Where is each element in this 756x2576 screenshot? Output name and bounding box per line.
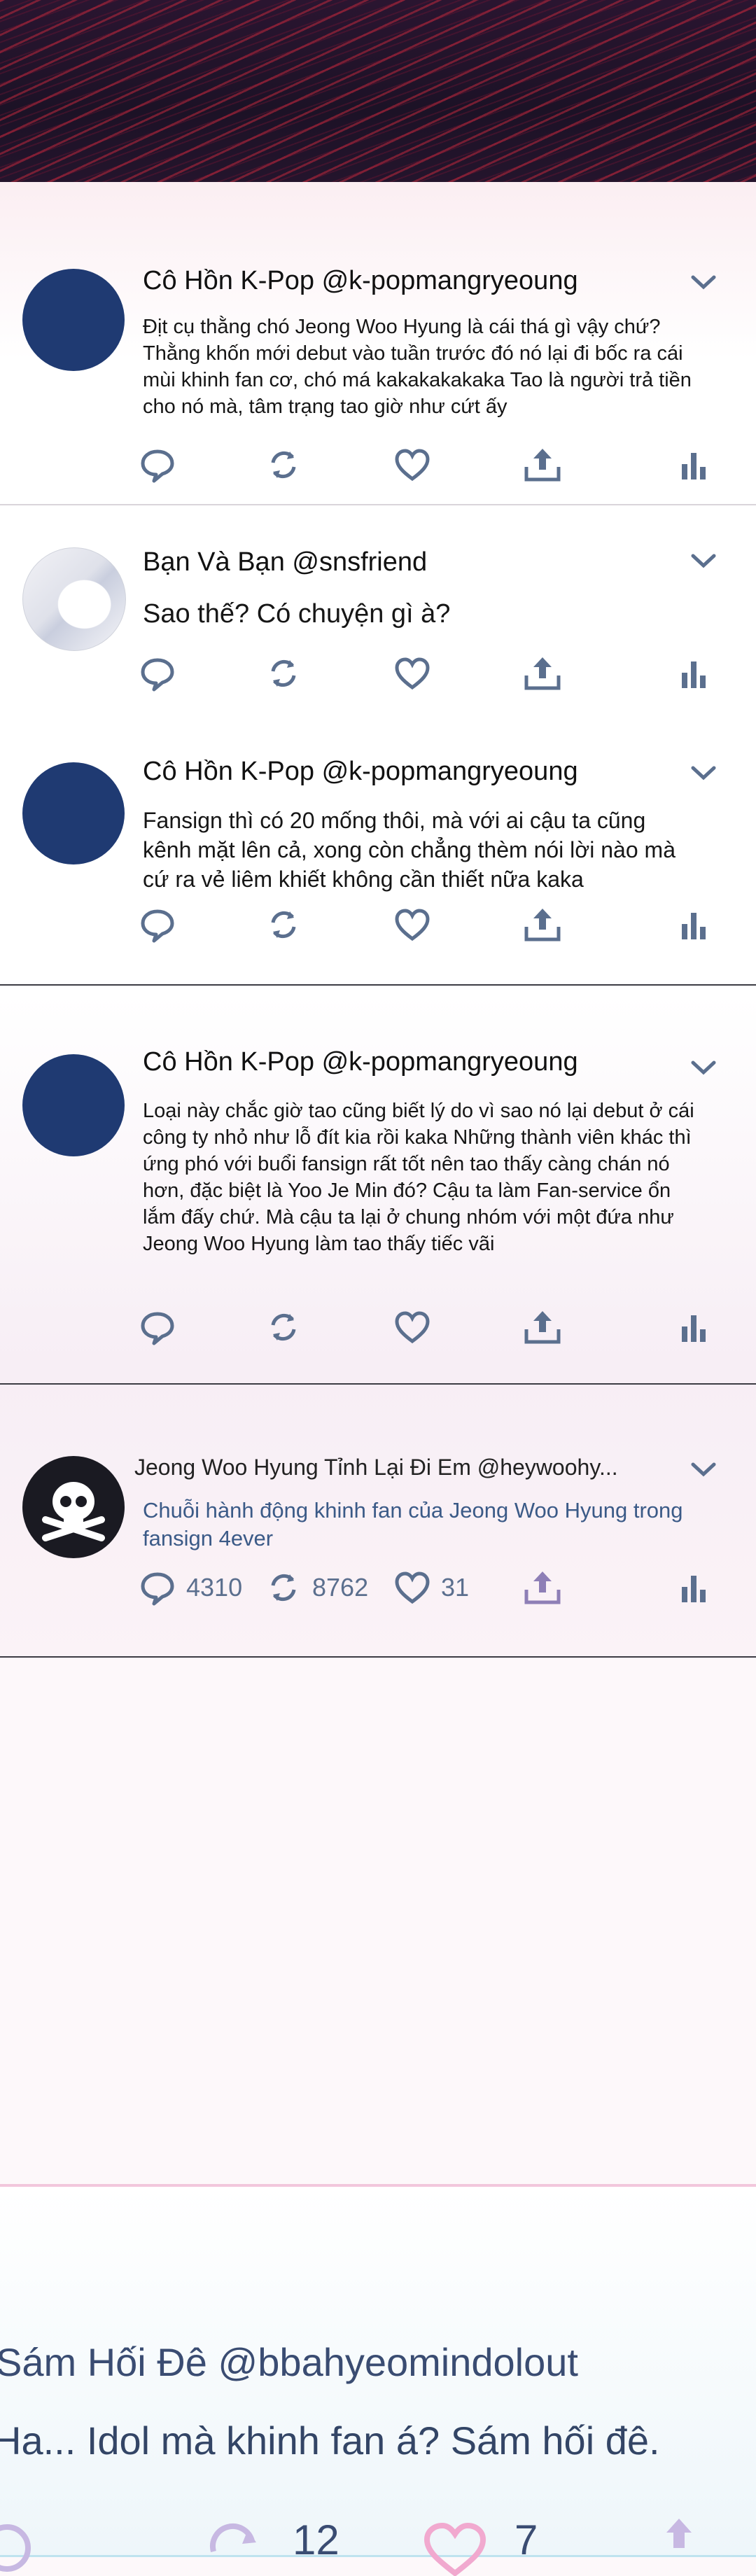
tweet-actions: 12 7 bbox=[0, 2516, 756, 2576]
share-icon[interactable] bbox=[522, 442, 563, 487]
tweet-author[interactable]: Cô Hồn K-Pop @k-popmangryeoung bbox=[143, 757, 578, 787]
chevron-down-icon[interactable] bbox=[690, 550, 718, 571]
reply-icon[interactable] bbox=[139, 902, 176, 947]
tweet-actions bbox=[139, 902, 720, 947]
tweet-author[interactable]: Cô Hồn K-Pop @k-popmangryeoung bbox=[143, 1047, 578, 1077]
reply-icon[interactable] bbox=[139, 651, 176, 696]
tweet-actions bbox=[139, 442, 720, 487]
like-count: 7 bbox=[514, 2516, 538, 2563]
retweet-count: 12 bbox=[293, 2516, 340, 2563]
stats-icon[interactable] bbox=[680, 442, 708, 487]
tweet-text: Địt cụ thằng chó Jeong Woo Hyung là cái … bbox=[143, 316, 692, 418]
share-icon[interactable] bbox=[522, 651, 563, 696]
share-icon[interactable] bbox=[651, 2516, 707, 2572]
tweet-divider bbox=[0, 504, 756, 505]
reply-icon[interactable] bbox=[0, 2520, 42, 2576]
tweet-actions bbox=[139, 651, 720, 696]
tweet-text: Fansign thì có 20 mống thôi, mà với ai c… bbox=[143, 808, 676, 892]
tweet-1[interactable]: Cô Hồn K-Pop @k-popmangryeoung Địt cụ th… bbox=[0, 259, 756, 511]
tweet-divider bbox=[0, 1383, 756, 1385]
top-banner-image bbox=[0, 0, 756, 182]
tweet-author[interactable]: Cô Hồn K-Pop @k-popmangryeoung bbox=[143, 266, 578, 296]
share-icon[interactable] bbox=[522, 1565, 563, 1610]
tweet-4[interactable]: Cô Hồn K-Pop @k-popmangryeoung Loại này … bbox=[0, 1044, 756, 1366]
tweet-text: Ha... Idol mà khinh fan á? Sám hối đê. bbox=[0, 2418, 660, 2463]
retweet-icon[interactable] bbox=[265, 902, 302, 947]
tweet-author[interactable]: Jeong Woo Hyung Tỉnh Lại Đi Em @heywoohy… bbox=[134, 1455, 618, 1480]
chevron-down-icon[interactable] bbox=[690, 1057, 718, 1078]
retweet-icon[interactable] bbox=[203, 2520, 266, 2576]
zoomed-tweet[interactable]: Sám Hối Đê @bbahyeomindolout Ha... Idol … bbox=[0, 2184, 756, 2576]
tweet-actions: 4310 8762 31 bbox=[139, 1565, 720, 1610]
tweet-author[interactable]: Bạn Và Bạn @snsfriend bbox=[143, 547, 427, 578]
heart-icon bbox=[395, 1572, 430, 1604]
navy-circle-avatar[interactable] bbox=[22, 762, 125, 864]
like-action[interactable]: 31 bbox=[393, 1565, 469, 1610]
tweet-author[interactable]: Sám Hối Đê @bbahyeomindolout bbox=[0, 2339, 578, 2385]
reply-icon[interactable] bbox=[139, 442, 176, 487]
reply-action[interactable]: 4310 bbox=[139, 1565, 242, 1610]
chevron-down-icon[interactable] bbox=[690, 272, 718, 293]
tweet-text: Sao thế? Có chuyện gì à? bbox=[143, 599, 451, 629]
navy-circle-avatar[interactable] bbox=[22, 269, 125, 371]
share-icon[interactable] bbox=[522, 902, 563, 947]
chevron-down-icon[interactable] bbox=[690, 762, 718, 783]
retweet-count: 8762 bbox=[312, 1573, 369, 1602]
share-icon[interactable] bbox=[522, 1305, 563, 1350]
retweet-icon[interactable] bbox=[265, 442, 302, 487]
tweet-text: Loại này chắc giờ tao cũng biết lý do vì… bbox=[143, 1100, 694, 1255]
heart-icon[interactable] bbox=[420, 2520, 490, 2576]
stats-icon[interactable] bbox=[680, 902, 708, 947]
heart-icon[interactable] bbox=[393, 651, 431, 696]
like-count: 31 bbox=[441, 1573, 470, 1602]
tweet-divider bbox=[0, 1656, 756, 1658]
heart-icon[interactable] bbox=[393, 902, 431, 947]
navy-circle-avatar[interactable] bbox=[22, 1054, 125, 1156]
stats-icon[interactable] bbox=[680, 1565, 708, 1610]
stats-icon[interactable] bbox=[680, 651, 708, 696]
tweet-actions bbox=[139, 1305, 720, 1350]
retweet-action[interactable]: 8762 bbox=[265, 1565, 368, 1610]
tweet-link-text[interactable]: Chuỗi hành động khinh fan của Jeong Woo … bbox=[143, 1497, 696, 1553]
photo-avatar[interactable] bbox=[22, 547, 126, 651]
heart-icon[interactable] bbox=[393, 442, 431, 487]
skull-avatar[interactable] bbox=[22, 1456, 125, 1558]
chevron-down-icon[interactable] bbox=[690, 1459, 718, 1480]
tweet-divider bbox=[0, 984, 756, 986]
retweet-icon[interactable] bbox=[265, 1305, 302, 1350]
stats-icon[interactable] bbox=[680, 1305, 708, 1350]
retweet-icon bbox=[271, 1574, 296, 1602]
tweet-2[interactable]: Bạn Và Bạn @snsfriend Sao thế? Có chuyện… bbox=[0, 540, 756, 715]
heart-icon[interactable] bbox=[393, 1305, 431, 1350]
reply-icon bbox=[141, 1572, 174, 1606]
tweet-3[interactable]: Cô Hồn K-Pop @k-popmangryeoung Fansign t… bbox=[0, 752, 756, 976]
tweet-5[interactable]: Jeong Woo Hyung Tỉnh Lại Đi Em @heywoohy… bbox=[0, 1449, 756, 1645]
reply-count: 4310 bbox=[186, 1573, 243, 1602]
reply-icon[interactable] bbox=[139, 1305, 176, 1350]
retweet-icon[interactable] bbox=[265, 651, 302, 696]
